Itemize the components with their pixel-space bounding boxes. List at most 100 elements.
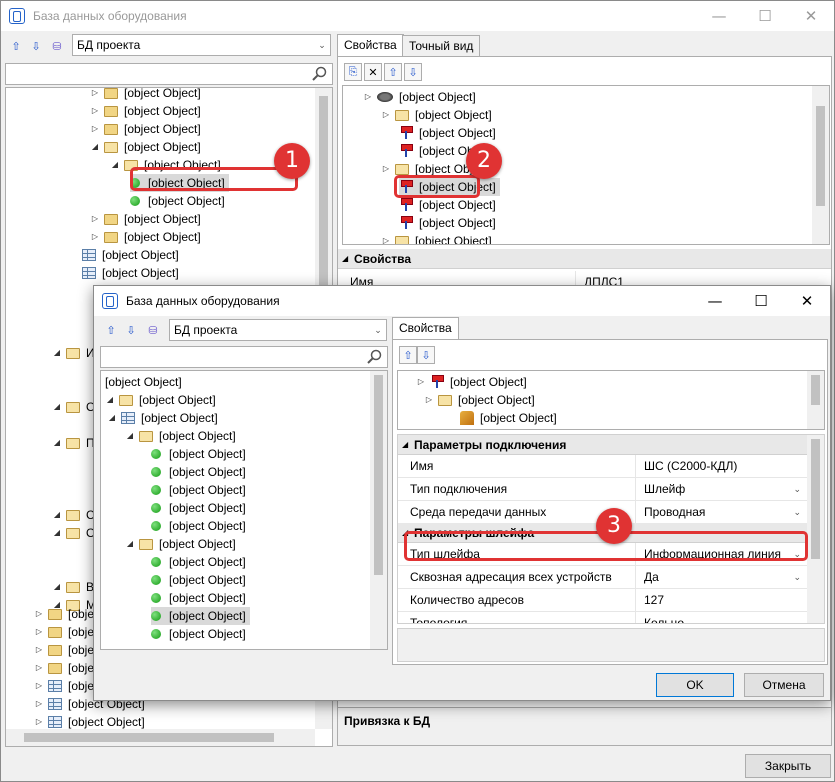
- maximize-icon[interactable]: ☐: [742, 1, 788, 31]
- expand-icon[interactable]: ▷: [381, 232, 391, 244]
- fg-db-select[interactable]: БД проекта ⌄: [169, 319, 387, 341]
- tree-item[interactable]: [object Object]: [151, 481, 246, 499]
- collapse-icon[interactable]: ◢: [52, 434, 62, 452]
- expand-icon[interactable]: ▷: [363, 88, 373, 106]
- tree-item[interactable]: ◢ [object Object]: [107, 409, 218, 427]
- collapse-icon[interactable]: ◢: [125, 427, 135, 445]
- expand-icon[interactable]: ▷: [90, 228, 100, 246]
- collapse-icon[interactable]: ◢: [105, 391, 115, 409]
- move-down-icon[interactable]: ⇩: [417, 346, 435, 364]
- chevron-down-icon[interactable]: ⌄: [793, 484, 807, 495]
- fg-tree-scrollbar[interactable]: [370, 371, 387, 649]
- tree-item[interactable]: [object Object]: [399, 214, 496, 232]
- tree-item[interactable]: ◢ О: [52, 524, 95, 542]
- close-icon[interactable]: ✕: [784, 286, 830, 316]
- tree-item[interactable]: [object Object]: [105, 373, 182, 391]
- tree-item[interactable]: [object Object]: [151, 517, 246, 535]
- expand-icon[interactable]: ▷: [34, 605, 44, 623]
- tree-item[interactable]: ◢ [object Object]: [125, 535, 236, 553]
- property-value[interactable]: Проводная: [644, 505, 705, 519]
- collapse-icon[interactable]: ◢: [52, 578, 62, 596]
- expand-icon[interactable]: ▷: [34, 623, 44, 641]
- bg-database-icon[interactable]: ⛁: [48, 37, 66, 55]
- move-down-icon[interactable]: ⇩: [404, 63, 422, 81]
- tree-item[interactable]: ▷ [object Object]: [424, 391, 535, 409]
- tree-item[interactable]: [object Object]: [130, 192, 225, 210]
- expand-icon[interactable]: ▷: [34, 659, 44, 677]
- tree-item[interactable]: ▷ [object Object]: [90, 210, 201, 228]
- fg-move-up-icon[interactable]: ⇧: [102, 321, 120, 339]
- bg-move-down-icon[interactable]: ⇩: [27, 37, 45, 55]
- copy-icon[interactable]: ⎘: [344, 63, 362, 81]
- tree-item[interactable]: [object Object]: [151, 445, 246, 463]
- close-icon[interactable]: ✕: [788, 1, 834, 31]
- tree-item[interactable]: ◢ С: [52, 506, 95, 524]
- tree-item[interactable]: ▷ [object Object]: [381, 232, 492, 244]
- maximize-icon[interactable]: ☐: [738, 286, 784, 316]
- tree-item[interactable]: [object Object]: [82, 246, 179, 264]
- collapse-icon[interactable]: ◢: [110, 156, 120, 174]
- tree-item[interactable]: ◢ П: [52, 434, 95, 452]
- tree-item[interactable]: ▷ [object Object]: [90, 228, 201, 246]
- tree-item[interactable]: ◢ [object Object]: [90, 138, 201, 156]
- bg-move-up-icon[interactable]: ⇧: [7, 37, 25, 55]
- bg-tab-properties[interactable]: Свойства: [337, 34, 404, 57]
- expand-icon[interactable]: ▷: [90, 210, 100, 228]
- tree-item[interactable]: [object Object]: [460, 409, 557, 427]
- tree-item[interactable]: [object Object]: [151, 589, 246, 607]
- chevron-down-icon[interactable]: ⌄: [793, 507, 807, 518]
- collapse-icon[interactable]: ◢: [52, 398, 62, 416]
- tree-item[interactable]: [object Object]: [82, 264, 179, 282]
- minimize-icon[interactable]: —: [696, 1, 742, 31]
- delete-icon[interactable]: ✕: [364, 63, 382, 81]
- chevron-down-icon[interactable]: ⌄: [793, 572, 807, 583]
- tree-item[interactable]: ◢ [object Object]: [125, 427, 236, 445]
- move-up-icon[interactable]: ⇧: [399, 346, 417, 364]
- tree-item[interactable]: ▷ [object Object]: [363, 88, 476, 106]
- expand-icon[interactable]: ▷: [381, 106, 391, 124]
- fg-properties-scrollbar[interactable]: [807, 435, 824, 623]
- tree-item[interactable]: [object Object]: [151, 625, 246, 643]
- expand-icon[interactable]: ▷: [381, 160, 391, 178]
- collapse-icon[interactable]: ◢: [125, 535, 135, 553]
- property-row[interactable]: Сквозная адресация всех устройств Да ⌄: [398, 566, 807, 589]
- chevron-down-icon[interactable]: ⌄: [793, 618, 807, 624]
- bg-db-select[interactable]: БД проекта ⌄: [72, 34, 331, 56]
- tree-item[interactable]: ◢ В: [52, 578, 94, 596]
- property-value[interactable]: Да: [644, 570, 659, 584]
- tree-item[interactable]: [object Object]: [151, 607, 250, 625]
- fg-connection-tree-scrollbar[interactable]: [807, 371, 824, 429]
- collapse-icon[interactable]: ◢: [52, 524, 62, 542]
- move-up-icon[interactable]: ⇧: [384, 63, 402, 81]
- expand-icon[interactable]: ▷: [424, 391, 434, 409]
- expand-icon[interactable]: ▷: [90, 120, 100, 138]
- property-row[interactable]: Количество адресов 127: [398, 589, 807, 612]
- tree-item[interactable]: ▷ [object Object]: [381, 106, 492, 124]
- fg-move-down-icon[interactable]: ⇩: [122, 321, 140, 339]
- tree-item[interactable]: ▷ [object Object]: [90, 88, 201, 102]
- collapse-icon[interactable]: ◢: [107, 409, 117, 427]
- tree-item[interactable]: [object Object]: [399, 124, 496, 142]
- expand-icon[interactable]: ▷: [416, 373, 426, 391]
- tree-item[interactable]: ▷ [object Object]: [90, 102, 201, 120]
- ok-button[interactable]: OK: [656, 673, 734, 697]
- property-value[interactable]: Шлейф: [644, 482, 685, 496]
- tree-item[interactable]: [object Object]: [399, 196, 496, 214]
- search-icon[interactable]: [311, 66, 329, 82]
- collapse-icon[interactable]: ◢: [90, 138, 100, 156]
- tree-item[interactable]: ◢ О: [52, 398, 95, 416]
- expand-icon[interactable]: ▷: [34, 695, 44, 713]
- tree-item[interactable]: ▷ [object Object]: [90, 120, 201, 138]
- tree-item[interactable]: [object Object]: [151, 571, 246, 589]
- property-row[interactable]: Топология Кольцо ⌄: [398, 612, 807, 624]
- fg-database-icon[interactable]: ⛁: [144, 321, 162, 339]
- property-value[interactable]: Кольцо: [644, 616, 684, 623]
- collapse-icon[interactable]: ◢: [52, 506, 62, 524]
- search-icon[interactable]: [366, 349, 384, 365]
- collapse-icon[interactable]: ◢: [52, 344, 62, 362]
- fg-search-input[interactable]: [100, 346, 388, 368]
- expand-icon[interactable]: ▷: [90, 102, 100, 120]
- expand-icon[interactable]: ▷: [34, 641, 44, 659]
- tree-item[interactable]: [object Object]: [151, 463, 246, 481]
- expand-icon[interactable]: ▷: [34, 677, 44, 695]
